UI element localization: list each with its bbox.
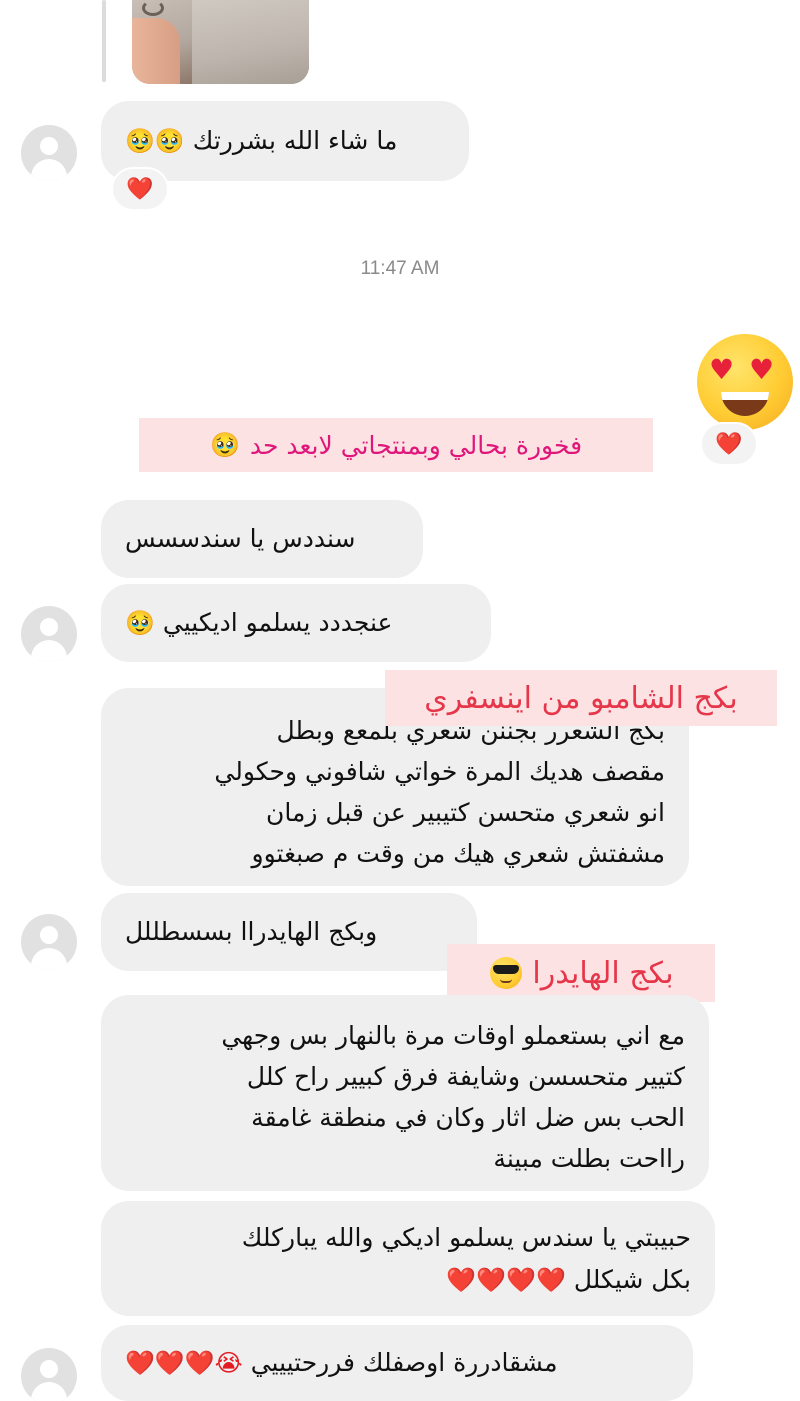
message-bubble[interactable]: وبكج الهايدراا بسسطللل bbox=[101, 893, 477, 971]
message-bubble[interactable]: حبيبتي يا سندس يسلمو اديكي والله يباركلك… bbox=[101, 1201, 715, 1316]
avatar-head bbox=[40, 137, 58, 155]
pleading-face-icon: 🥹 bbox=[209, 431, 240, 459]
pleading-face-icon: 🥹🥹 bbox=[125, 127, 185, 155]
message-line: بكل شيكلل ❤️❤️❤️❤️ bbox=[125, 1259, 691, 1301]
message-line: مع اني بستعملو اوقات مرة بالنهار بس وجهي bbox=[221, 1021, 685, 1050]
heart-icon: ❤️ bbox=[126, 176, 154, 202]
message-text: ما شاء الله بشررتك bbox=[192, 126, 398, 155]
message-line: رااحت بطلت مبينة bbox=[493, 1144, 685, 1173]
avatar-head bbox=[40, 1360, 58, 1378]
avatar[interactable] bbox=[21, 914, 77, 970]
message-bubble[interactable]: عنجددد يسلمو اديكييي 🥹 bbox=[101, 584, 491, 662]
story-sticker-text: بكج الشامبو من اينسفري bbox=[385, 670, 777, 726]
message-line: الحب بس ضل اثار وكان في منطقة غامقة bbox=[251, 1103, 685, 1132]
reply-indicator-line bbox=[102, 0, 106, 82]
photo-fabric bbox=[192, 0, 309, 84]
sticker-label: بكج الشامبو من اينسفري bbox=[424, 680, 738, 716]
avatar-body bbox=[31, 948, 67, 970]
hearts-icon: ❤️❤️❤️❤️ bbox=[446, 1266, 566, 1294]
emoji-mouth bbox=[721, 392, 769, 416]
heart-eyes-emoji-icon[interactable]: ♥ ♥ bbox=[697, 334, 793, 430]
message-text: سنددس يا سندسسس bbox=[125, 524, 356, 553]
avatar[interactable] bbox=[21, 125, 77, 181]
message-line-text: بكل شيكلل bbox=[573, 1265, 691, 1294]
crying-face-and-hearts-icon: 😭❤️❤️❤️ bbox=[125, 1349, 243, 1377]
message-text: عنجددد يسلمو اديكييي bbox=[162, 608, 393, 637]
photo-hand bbox=[132, 18, 180, 84]
shared-photo[interactable] bbox=[132, 0, 309, 84]
story-sticker-text: فخورة بحالي وبمنتجاتي لابعد حد 🥹 bbox=[139, 418, 653, 472]
message-bubble[interactable]: مع اني بستعملو اوقات مرة بالنهار بس وجهي… bbox=[101, 995, 709, 1191]
sunglasses-face-icon bbox=[490, 957, 523, 989]
message-line: انو شعري متحسن كتيبير عن قبل زمان bbox=[266, 798, 665, 827]
story-sticker-text: بكج الهايدرا bbox=[447, 944, 715, 1002]
avatar-body bbox=[31, 640, 67, 662]
message-line: مقصف هديك المرة خواتي شافوني وحكولي bbox=[214, 757, 665, 786]
avatar-head bbox=[40, 618, 58, 636]
sticker-label: فخورة بحالي وبمنتجاتي لابعد حد bbox=[249, 430, 583, 460]
message-line: كتيير متحسسن وشايفة فرق كبيير راح كلل bbox=[246, 1062, 685, 1091]
reaction-badge[interactable]: ❤️ bbox=[700, 422, 758, 466]
avatar[interactable] bbox=[21, 606, 77, 662]
avatar[interactable] bbox=[21, 1348, 77, 1401]
message-line: مشفتش شعري هيك من وقت م صبغتوو bbox=[251, 839, 665, 868]
sunglasses-shape bbox=[493, 965, 520, 974]
smile-shape bbox=[500, 979, 513, 983]
message-bubble[interactable]: مشقادررة اوصفلك فررحتيييي 😭❤️❤️❤️ bbox=[101, 1325, 693, 1401]
heart-icon: ❤️ bbox=[715, 431, 743, 457]
timestamp: 11:47 AM bbox=[360, 258, 440, 279]
avatar-head bbox=[40, 926, 58, 944]
avatar-body bbox=[31, 159, 67, 181]
message-bubble[interactable]: سنددس يا سندسسس bbox=[101, 500, 423, 578]
sticker-label: بكج الهايدرا bbox=[532, 955, 674, 991]
heart-eye-left-icon: ♥ bbox=[709, 353, 735, 386]
reaction-badge[interactable]: ❤️ bbox=[111, 167, 169, 211]
photo-ring bbox=[142, 0, 164, 16]
message-text: مشقادررة اوصفلك فررحتيييي bbox=[250, 1348, 558, 1377]
avatar-body bbox=[31, 1382, 67, 1401]
pleading-face-icon: 🥹 bbox=[125, 609, 155, 637]
message-line: حبيبتي يا سندس يسلمو اديكي والله يباركلك bbox=[241, 1223, 691, 1252]
message-text: وبكج الهايدراا بسسطللل bbox=[125, 917, 378, 946]
heart-eye-right-icon: ♥ bbox=[749, 353, 775, 386]
